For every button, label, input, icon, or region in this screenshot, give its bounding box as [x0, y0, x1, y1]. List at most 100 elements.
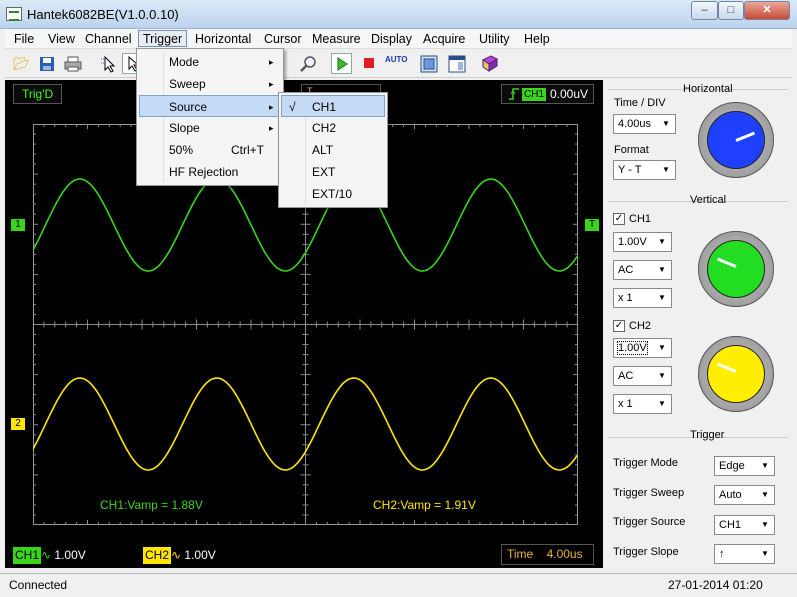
menu-horizontal[interactable]: Horizontal — [191, 31, 255, 48]
trigger-level: 0.00uV — [550, 87, 589, 101]
source-alt[interactable]: ALT — [281, 139, 385, 161]
control-panel: Horizontal Time / DIV 4.00us ▼ Format Y … — [604, 80, 792, 568]
window-icon[interactable] — [446, 53, 467, 74]
run-icon[interactable] — [331, 53, 352, 74]
chevron-down-icon: ▼ — [658, 293, 666, 302]
trigger-menu-mode-label: Mode — [169, 55, 200, 69]
trigger-menu-sweep[interactable]: Sweep ▸ — [139, 73, 281, 95]
trigger-sweep-label: Trigger Sweep — [613, 487, 685, 499]
menu-utility[interactable]: Utility — [475, 31, 514, 48]
ch1-volt-value: 1.00V — [54, 548, 86, 562]
auto-icon[interactable]: AUTO — [385, 53, 408, 74]
chevron-down-icon: ▼ — [662, 119, 670, 128]
ch1-level-marker[interactable]: 1 — [11, 219, 25, 231]
source-ext[interactable]: EXT — [281, 161, 385, 183]
ch2-checkbox[interactable]: ✓ — [613, 320, 625, 332]
menu-help[interactable]: Help — [520, 31, 554, 48]
menu-view[interactable]: View — [44, 31, 79, 48]
ch2-coupling-value: AC — [618, 370, 634, 382]
chevron-down-icon: ▼ — [658, 399, 666, 408]
menu-trigger[interactable]: Trigger — [138, 30, 188, 47]
format-select[interactable]: Y - T ▼ — [613, 160, 676, 180]
menu-channel[interactable]: Channel — [81, 31, 136, 48]
ch2-volt-info: CH2 ∿ 1.00V — [143, 547, 216, 564]
ch1-volt-knob[interactable] — [698, 231, 774, 307]
submenu-arrow-icon: ▸ — [269, 123, 274, 133]
stop-icon[interactable] — [358, 53, 379, 74]
source-ch2[interactable]: CH2 — [281, 117, 385, 139]
time-label: Time — [507, 547, 534, 561]
trigger-menu-mode[interactable]: Mode ▸ — [139, 51, 281, 73]
source-ch1[interactable]: √ CH1 — [281, 95, 385, 117]
trigger-source-value: CH1 — [719, 519, 742, 531]
menu-file[interactable]: File — [10, 31, 38, 48]
time-div-value: 4.00us — [618, 118, 652, 130]
trigger-source-select[interactable]: CH1 ▼ — [714, 515, 775, 535]
trigger-slope-label: Trigger Slope — [613, 546, 679, 558]
ch2-volt-knob[interactable] — [698, 336, 774, 412]
ch2-probe-value: x 1 — [618, 398, 633, 410]
menu-cursor[interactable]: Cursor — [260, 31, 306, 48]
timebase-knob-face — [707, 111, 765, 169]
submenu-arrow-icon: ▸ — [269, 102, 274, 112]
toolbar: 📂︎ AUTO — [5, 49, 792, 78]
trigger-state: Trig'D — [13, 84, 63, 104]
ch2-volt-select-value: 1.00V — [617, 341, 648, 355]
print-icon[interactable] — [62, 53, 83, 74]
ch1-coupling-value: AC — [618, 264, 634, 276]
maximize-button[interactable]: □ — [718, 1, 744, 20]
ch1-checkbox[interactable]: ✓ — [613, 213, 625, 225]
ch2-level-marker[interactable]: 2 — [11, 418, 25, 430]
timebase-knob[interactable] — [698, 102, 774, 178]
trigger-channel-tag: CH1 — [522, 88, 547, 101]
cursor-select-icon[interactable] — [98, 53, 119, 74]
ch1-knob-face — [707, 240, 765, 298]
ch2-probe-select[interactable]: x 1 ▼ — [613, 394, 672, 414]
trigger-title: Trigger — [690, 429, 725, 441]
trigger-menu-hf-rejection[interactable]: HF Rejection — [139, 161, 281, 183]
trigger-menu-dropdown: Mode ▸ Sweep ▸ Source ▸ Slope ▸ 50% Ctrl… — [136, 48, 284, 186]
app-icon — [6, 7, 22, 21]
trigger-menu-50-percent[interactable]: 50% Ctrl+T — [139, 139, 281, 161]
ch1-coupling-select[interactable]: AC ▼ — [613, 260, 672, 280]
menu-bar: File View Channel Trigger Horizontal Cur… — [5, 29, 792, 49]
ch1-label: CH1 — [629, 213, 652, 225]
source-ext-label: EXT — [312, 165, 336, 179]
trigger-menu-source-label: Source — [169, 100, 208, 114]
trigger-menu-slope[interactable]: Slope ▸ — [139, 117, 281, 139]
connection-status: Connected — [9, 578, 68, 592]
close-button[interactable]: ✕ — [744, 1, 790, 20]
title-bar: Hantek6082BE(V1.0.0.10) ‒ □ ✕ — [0, 0, 797, 29]
menu-display[interactable]: Display — [367, 31, 416, 48]
ch1-volt-select[interactable]: 1.00V ▼ — [613, 232, 672, 252]
ch1-measurement: CH1:Vamp = 1.88V — [100, 498, 203, 512]
time-div-select[interactable]: 4.00us ▼ — [613, 114, 676, 134]
trigger-source-label: Trigger Source — [613, 516, 686, 528]
trigger-menu-source[interactable]: Source ▸ — [139, 95, 281, 117]
book-icon[interactable] — [479, 53, 500, 74]
menu-acquire[interactable]: Acquire — [419, 31, 469, 48]
trigger-level-marker[interactable]: T — [585, 219, 599, 231]
ch2-volt-select[interactable]: 1.00V ▼ — [613, 338, 672, 358]
trigger-menu-hf-label: HF Rejection — [169, 165, 239, 179]
trigger-mode-select[interactable]: Edge ▼ — [714, 456, 775, 476]
save-icon[interactable] — [36, 53, 57, 74]
minimize-button[interactable]: ‒ — [691, 1, 718, 20]
source-ext10[interactable]: EXT/10 — [281, 183, 385, 205]
ch1-probe-select[interactable]: x 1 ▼ — [613, 288, 672, 308]
trigger-slope-select[interactable]: ↑ ▼ — [714, 544, 775, 564]
ch1-volt-tag: CH1 — [13, 547, 42, 564]
fit-icon[interactable] — [418, 53, 439, 74]
source-ch1-label: CH1 — [312, 100, 337, 114]
check-icon: √ — [289, 100, 296, 114]
open-icon[interactable]: 📂︎ — [11, 53, 32, 74]
ch2-label: CH2 — [629, 320, 652, 332]
scope-info-bar: CH1 ∿ 1.00V CH2 ∿ 1.00V Time 4.00us — [5, 540, 603, 568]
zoom-icon[interactable] — [297, 53, 318, 74]
chevron-down-icon: ▼ — [761, 549, 769, 558]
chevron-down-icon: ▼ — [658, 371, 666, 380]
menu-measure[interactable]: Measure — [308, 31, 365, 48]
ch2-coupling-select[interactable]: AC ▼ — [613, 366, 672, 386]
source-ext10-label: EXT/10 — [312, 187, 353, 201]
trigger-sweep-select[interactable]: Auto ▼ — [714, 485, 775, 505]
